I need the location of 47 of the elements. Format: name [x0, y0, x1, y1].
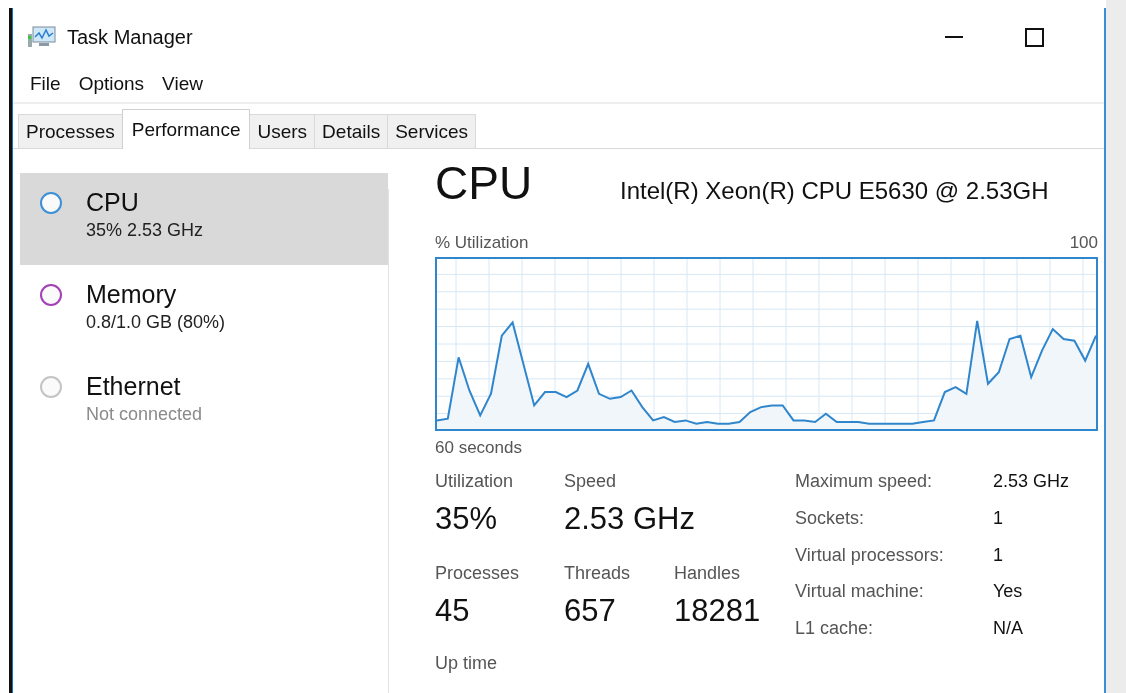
menu-item[interactable]: View [155, 73, 210, 95]
sidebar-item[interactable]: CPU 35% 2.53 GHz [20, 173, 388, 265]
detail-value: N/A [993, 617, 1024, 641]
tab[interactable]: Processes [18, 114, 123, 148]
stat-value: 35% [435, 500, 498, 538]
detail-label: Virtual processors: [795, 543, 945, 567]
detail-label: L1 cache: [795, 617, 875, 641]
stat-value: 657 [564, 592, 616, 630]
detail-value: 2.53 GHz [993, 470, 1070, 493]
stat-label: Utilization [435, 470, 514, 493]
detail-label: Sockets: [795, 506, 866, 530]
minimize-icon [945, 36, 963, 38]
stat-label: Speed [564, 470, 617, 493]
panel-title: CPU [435, 156, 534, 211]
detail-label: Maximum speed: [795, 470, 934, 493]
menu-item[interactable]: File [23, 73, 68, 95]
sidebar-item-detail: Not connected [86, 403, 204, 426]
detail-value: 1 [993, 543, 1004, 567]
stat-value: 45 [435, 592, 470, 630]
maximize-icon [1024, 27, 1044, 47]
processor-name: Intel(R) Xeon(R) CPU E5630 @ 2.53GH [620, 177, 1049, 205]
sidebar-item-detail: 35% 2.53 GHz [86, 219, 205, 242]
graph-span-label: 60 seconds [435, 437, 523, 459]
window-title: Task Manager [67, 25, 193, 49]
sidebar-item-title: CPU [86, 187, 140, 217]
tab[interactable]: Users [249, 114, 316, 148]
stat-label: Up time [435, 653, 498, 674]
sidebar-item[interactable]: Memory 0.8/1.0 GB (80%) [20, 265, 388, 357]
stat-value: 2.53 GHz [564, 500, 695, 538]
sidebar-item-title: Memory [86, 279, 178, 309]
graph-label: % Utilization [435, 233, 529, 254]
tab[interactable]: Details [314, 114, 389, 148]
stat-label: Processes [435, 562, 520, 585]
tab[interactable]: Services [387, 114, 477, 148]
detail-label: Virtual machine: [795, 580, 925, 604]
sidebar-item[interactable]: Ethernet Not connected [20, 357, 388, 449]
sidebar-item-detail: 0.8/1.0 GB (80%) [86, 311, 227, 334]
menu-item[interactable]: Options [71, 73, 152, 95]
stat-value: 18281 [674, 592, 761, 630]
monitor-icon [27, 25, 57, 49]
stat-label: Handles [674, 562, 741, 585]
stat-label: Threads [564, 562, 631, 585]
detail-value: 1 [993, 506, 1004, 530]
sidebar-item-title: Ethernet [86, 371, 182, 401]
graph-max-label: 100 [1069, 233, 1098, 254]
tab[interactable]: Performance [121, 109, 251, 149]
detail-value: Yes [993, 580, 1024, 604]
